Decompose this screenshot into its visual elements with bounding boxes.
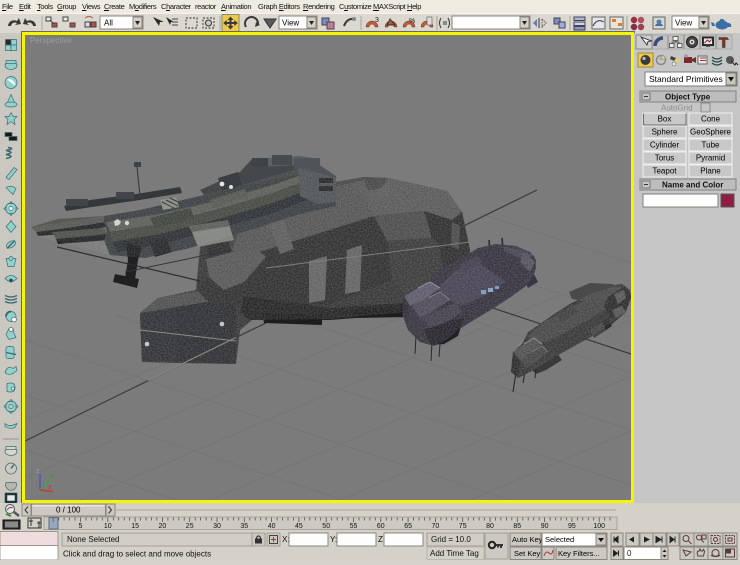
- svg-text:3: 3: [375, 17, 379, 24]
- svg-text:90: 90: [541, 523, 549, 530]
- svg-text:55: 55: [350, 523, 358, 530]
- svg-text:X:: X:: [282, 535, 290, 544]
- svg-text:Auto Key: Auto Key: [512, 535, 543, 544]
- svg-text:Set Key: Set Key: [514, 549, 541, 558]
- svg-text:0: 0: [627, 549, 632, 558]
- svg-text:40: 40: [268, 523, 276, 530]
- svg-text:Cylinder: Cylinder: [650, 141, 680, 150]
- svg-text:70: 70: [432, 523, 440, 530]
- svg-text:65: 65: [404, 523, 412, 530]
- svg-text:Click and drag to select and m: Click and drag to select and move object…: [63, 550, 211, 559]
- svg-text:Selected: Selected: [545, 535, 574, 544]
- svg-text:75: 75: [459, 523, 467, 530]
- svg-text:Name and Color: Name and Color: [662, 181, 723, 190]
- svg-text:x: x: [48, 484, 52, 491]
- svg-text:10: 10: [104, 523, 112, 530]
- svg-text:0 / 100: 0 / 100: [56, 506, 81, 515]
- svg-text:Object Type: Object Type: [665, 93, 711, 102]
- svg-text:20: 20: [159, 523, 167, 530]
- svg-text:Box: Box: [658, 115, 672, 124]
- svg-text:View: View: [282, 19, 299, 28]
- svg-text:Add Time Tag: Add Time Tag: [430, 549, 479, 558]
- svg-text:Key Filters...: Key Filters...: [558, 549, 600, 558]
- svg-text:80: 80: [486, 523, 494, 530]
- svg-text:All: All: [104, 19, 113, 28]
- svg-text:15: 15: [131, 523, 139, 530]
- svg-text:%: %: [409, 18, 415, 25]
- svg-text:45: 45: [295, 523, 303, 530]
- svg-text:z: z: [36, 468, 40, 475]
- svg-text:Sphere: Sphere: [652, 128, 678, 137]
- svg-text:50: 50: [322, 523, 330, 530]
- svg-text:60: 60: [377, 523, 385, 530]
- svg-text:30: 30: [213, 523, 221, 530]
- svg-text:Teapot: Teapot: [652, 167, 677, 176]
- svg-text:85: 85: [513, 523, 521, 530]
- svg-text:35: 35: [240, 523, 248, 530]
- svg-text:Grid = 10.0: Grid = 10.0: [431, 535, 471, 544]
- svg-text:Torus: Torus: [655, 154, 675, 163]
- svg-text:100: 100: [593, 523, 605, 530]
- svg-text:GeoSphere: GeoSphere: [690, 128, 731, 137]
- svg-text:AutoGrid: AutoGrid: [661, 104, 693, 113]
- svg-text:y: y: [50, 473, 54, 480]
- svg-text:25: 25: [186, 523, 194, 530]
- svg-text:View: View: [675, 19, 692, 28]
- svg-text:None Selected: None Selected: [67, 535, 119, 544]
- svg-text:Pyramid: Pyramid: [696, 154, 725, 163]
- svg-text:Standard Primitives: Standard Primitives: [649, 74, 723, 84]
- svg-text:Y:: Y:: [330, 535, 337, 544]
- svg-text:Plane: Plane: [700, 167, 721, 176]
- svg-text:Tube: Tube: [702, 141, 720, 150]
- svg-text:Cone: Cone: [701, 115, 721, 124]
- svg-text:95: 95: [568, 523, 576, 530]
- svg-text:5: 5: [79, 523, 83, 530]
